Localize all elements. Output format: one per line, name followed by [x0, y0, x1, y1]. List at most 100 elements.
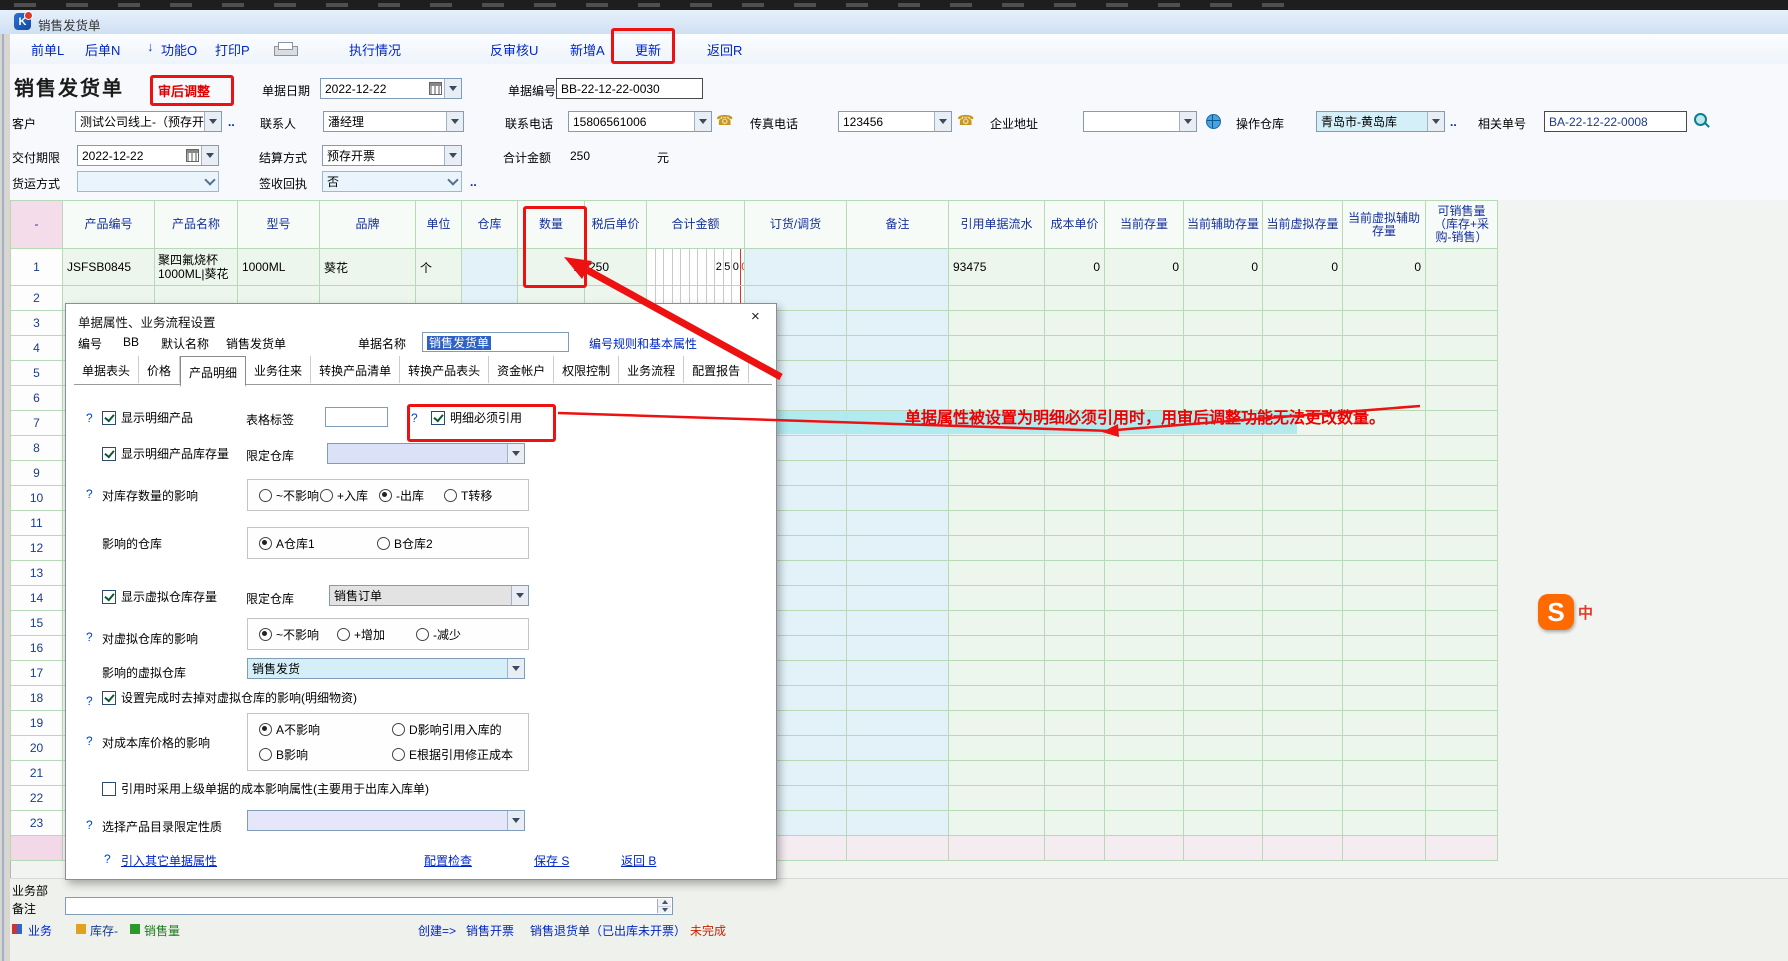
cell-cost[interactable]	[1045, 736, 1105, 761]
help-icon[interactable]: ?	[86, 411, 93, 425]
address-select[interactable]	[1083, 111, 1197, 132]
cell-cost[interactable]	[1045, 486, 1105, 511]
cell-flow[interactable]	[949, 561, 1045, 586]
cell-memo[interactable]	[847, 486, 949, 511]
related-no-input[interactable]: BA-22-12-22-0008	[1544, 111, 1687, 132]
column-header-sellable[interactable]: 可销售量（库存+采购-销售）	[1426, 201, 1498, 249]
fax-select[interactable]: 123456	[838, 111, 952, 132]
cell-flow[interactable]	[949, 811, 1045, 836]
cell-sellable[interactable]	[1426, 249, 1498, 286]
column-header-memo[interactable]: 备注	[847, 201, 949, 249]
radio-cost-impact[interactable]: B影响	[259, 746, 308, 763]
cell-stock[interactable]	[1105, 786, 1184, 811]
cell-sellable[interactable]	[1426, 311, 1498, 336]
help-icon[interactable]: ?	[411, 411, 418, 425]
checkbox-show-detail-stock[interactable]: 显示明细产品库存量	[102, 445, 229, 462]
cell-flow[interactable]	[949, 486, 1045, 511]
cell-flow[interactable]	[949, 636, 1045, 661]
print-button[interactable]: 打印P	[215, 40, 250, 59]
column-header-vstock[interactable]: 当前虚拟存量	[1263, 201, 1343, 249]
function-menu-button[interactable]: 功能O	[161, 40, 197, 59]
checkbox-icon[interactable]	[102, 691, 116, 705]
cell-vstock[interactable]	[1263, 486, 1343, 511]
unfinished-status[interactable]: 未完成	[690, 922, 726, 939]
cell-stock[interactable]	[1105, 636, 1184, 661]
nav-sales[interactable]: 销售量	[144, 922, 180, 939]
cell-memo[interactable]	[847, 761, 949, 786]
cell-vaux[interactable]	[1343, 636, 1426, 661]
cell-sellable[interactable]	[1426, 286, 1498, 311]
nav-business[interactable]: 业务	[28, 922, 52, 939]
cell-sellable[interactable]	[1426, 611, 1498, 636]
cell-vstock[interactable]	[1263, 611, 1343, 636]
cell-stock[interactable]	[1105, 711, 1184, 736]
cell-stock[interactable]	[1105, 686, 1184, 711]
shipping-select[interactable]	[77, 171, 219, 192]
dialog-tab-8[interactable]: 权限控制	[554, 356, 619, 383]
cell-sellable[interactable]	[1426, 361, 1498, 386]
cell-flow[interactable]	[949, 311, 1045, 336]
cell-memo[interactable]	[847, 811, 949, 836]
cell-sellable[interactable]	[1426, 686, 1498, 711]
cell-stock[interactable]	[1105, 736, 1184, 761]
cell-vstock[interactable]	[1263, 461, 1343, 486]
cell-stock[interactable]	[1105, 586, 1184, 611]
cell-amount[interactable]: 25000	[647, 249, 745, 286]
create-link[interactable]: 创建=>	[418, 922, 456, 939]
cell-idx[interactable]: 1	[11, 249, 63, 286]
cell-flow[interactable]	[949, 286, 1045, 311]
cell-cost[interactable]	[1045, 561, 1105, 586]
cell-memo[interactable]	[847, 786, 949, 811]
cell-aux[interactable]	[1184, 661, 1263, 686]
cell-flow[interactable]: 93475	[949, 249, 1045, 286]
cell-cost[interactable]	[1045, 711, 1105, 736]
cell-sellable[interactable]	[1426, 436, 1498, 461]
cell-cost[interactable]	[1045, 536, 1105, 561]
catalog-limit-select[interactable]	[247, 810, 525, 831]
cell-memo[interactable]	[847, 336, 949, 361]
deliver-deadline-input[interactable]: 2022-12-22	[77, 145, 219, 166]
cell-vaux[interactable]	[1343, 786, 1426, 811]
column-header-idx[interactable]: -	[11, 201, 63, 249]
customer-more-button[interactable]: ..	[228, 115, 235, 129]
cell-sellable[interactable]	[1426, 536, 1498, 561]
radio-warehouse-b[interactable]: B仓库2	[377, 535, 433, 552]
receipt-more-button[interactable]: ..	[470, 175, 477, 189]
cell-aux[interactable]	[1184, 586, 1263, 611]
import-props-link[interactable]: 引入其它单据属性	[121, 852, 217, 869]
cell-cost[interactable]	[1045, 511, 1105, 536]
cell-memo[interactable]	[847, 249, 949, 286]
cell-stock[interactable]: 0	[1105, 249, 1184, 286]
memo-input[interactable]	[65, 897, 673, 915]
cell-stock[interactable]	[1105, 511, 1184, 536]
cell-memo[interactable]	[847, 711, 949, 736]
cell-vaux[interactable]	[1343, 711, 1426, 736]
cell-vstock[interactable]: 0	[1263, 249, 1343, 286]
memo-spinner[interactable]	[657, 899, 671, 913]
cell-flow[interactable]	[949, 736, 1045, 761]
cell-aux[interactable]	[1184, 311, 1263, 336]
cell-idx[interactable]: 9	[11, 461, 63, 486]
cell-stock[interactable]	[1105, 561, 1184, 586]
cell-aux[interactable]	[1184, 836, 1263, 861]
cell-flow[interactable]	[949, 336, 1045, 361]
cell-memo[interactable]	[847, 286, 949, 311]
back-link[interactable]: 返回 B	[621, 852, 656, 869]
cell-sellable[interactable]	[1426, 486, 1498, 511]
cell-idx[interactable]: 17	[11, 661, 63, 686]
next-doc-button[interactable]: 后单N	[85, 40, 120, 59]
cell-memo[interactable]	[847, 636, 949, 661]
cell-vaux[interactable]	[1343, 811, 1426, 836]
cell-flow[interactable]	[949, 536, 1045, 561]
cell-vstock[interactable]	[1263, 286, 1343, 311]
cell-aux[interactable]	[1184, 511, 1263, 536]
cell-vstock[interactable]	[1263, 786, 1343, 811]
radio-transfer[interactable]: T转移	[444, 487, 492, 504]
column-header-order[interactable]: 订货/调货	[745, 201, 847, 249]
cell-model[interactable]: 1000ML	[238, 249, 320, 286]
dialog-tab-2[interactable]: 价格	[139, 356, 180, 383]
cell-stock[interactable]	[1105, 436, 1184, 461]
cell-cost[interactable]	[1045, 686, 1105, 711]
cell-vstock[interactable]	[1263, 811, 1343, 836]
cell-cost[interactable]	[1045, 436, 1105, 461]
